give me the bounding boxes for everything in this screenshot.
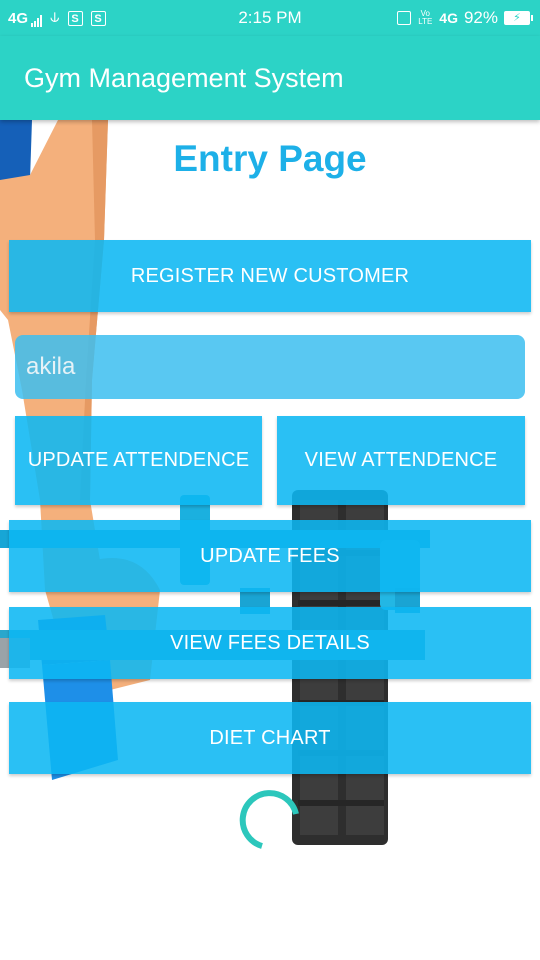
app-bar: Gym Management System <box>0 36 540 120</box>
s-app-icon: S <box>90 10 106 26</box>
battery-percent: 92% <box>463 8 498 27</box>
customer-name-value: akila <box>26 353 76 380</box>
update-attendance-button[interactable]: UPDATE ATTENDENCE <box>15 416 262 505</box>
view-attendance-button[interactable]: VIEW ATTENDENCE <box>277 416 525 505</box>
status-left: 4G ⫝ S S <box>8 0 106 36</box>
vibrate-icon <box>397 11 412 25</box>
customer-name-input[interactable]: akila <box>15 335 525 399</box>
loading-spinner-icon <box>239 790 299 849</box>
status-right: Vo LTE 4G 92% ⚡ <box>397 0 533 36</box>
diet-chart-button[interactable]: DIET CHART <box>9 702 531 774</box>
network-type-left: 4G <box>8 9 43 27</box>
update-fees-button[interactable]: UPDATE FEES <box>9 520 531 592</box>
network-label: 4G <box>8 9 29 27</box>
s-app-icon: S <box>67 10 83 26</box>
view-fees-details-button[interactable]: VIEW FEES DETAILS <box>9 607 531 679</box>
signal-bars-icon <box>31 14 43 27</box>
screen: 4G ⫝ S S 2:15 PM Vo LTE 4G 92% ⚡ Gym Man… <box>0 0 540 960</box>
usb-icon: ⫝ <box>50 9 60 26</box>
page-title: Entry Page <box>173 138 367 179</box>
app-title: Gym Management System <box>24 63 344 93</box>
register-new-customer-button[interactable]: REGISTER NEW CUSTOMER <box>9 240 531 312</box>
network-type-right: 4G <box>439 9 458 26</box>
status-bar: 4G ⫝ S S 2:15 PM Vo LTE 4G 92% ⚡ <box>0 0 540 36</box>
volte-label: Vo LTE <box>418 9 433 26</box>
battery-charging-icon: ⚡ <box>504 11 533 25</box>
